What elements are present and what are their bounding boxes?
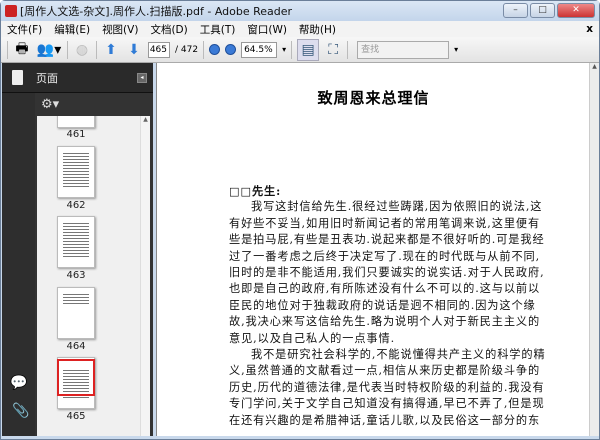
text-line: 过了一番考虑之后终于决定写了.现在的时代既与从前不同, — [229, 249, 541, 263]
divider — [96, 40, 97, 59]
fit-width-icon[interactable]: ▤ — [297, 38, 320, 61]
page-thumbnail-selected[interactable] — [57, 357, 95, 409]
text-line: □□先生: — [229, 184, 282, 198]
minimize-button[interactable]: – — [503, 3, 528, 18]
text-line: 义,虽然普通的文献看过一点,相信从来历史都是阶级斗争的 — [229, 364, 541, 378]
fit-page-icon[interactable]: ⛶ — [324, 41, 342, 59]
text-line: 有好些不妥当,如用旧时新闻记者的常用笔调来说,这里便有 — [229, 216, 541, 230]
close-document-button[interactable]: x — [586, 23, 593, 35]
page-thumbnail[interactable] — [57, 216, 95, 268]
page-thumbnail-label: 463 — [66, 270, 86, 281]
page-number-input[interactable]: 465 — [148, 41, 170, 58]
page-thumbnail-label: 461 — [66, 129, 86, 140]
text-line: 旧时的是非不能适用,我们只要诚实的说实话.对于人民政府, — [229, 266, 545, 280]
zoom-out-icon[interactable] — [209, 44, 221, 55]
divider — [203, 40, 205, 59]
page-thumbnail[interactable] — [57, 146, 95, 198]
navigation-strip: 💬 📎 — [2, 63, 35, 436]
menu-help[interactable]: 帮助(H) — [299, 22, 336, 37]
divider — [67, 40, 68, 59]
menu-document[interactable]: 文档(D) — [150, 22, 187, 37]
menu-edit[interactable]: 编辑(E) — [54, 22, 90, 37]
toolbar: 🖶 👥▾ ◍ ⬆ ⬇ 465 / 472 64.5% ▾ ▤ ⛶ 查找 ▾ — [1, 37, 599, 63]
collapse-panel-button[interactable]: ◂ — [137, 73, 147, 83]
text-line: 也即是自己的政府,有所陈述没有什么不可以的.这与以前以 — [229, 282, 541, 296]
text-line: 我写这封信给先生.很经过些踌躇,因为依照旧的说法,这 — [251, 200, 543, 214]
pdf-app-icon — [5, 5, 17, 17]
menu-window[interactable]: 窗口(W) — [247, 22, 287, 37]
text-line: 专门学问,关于文学自己知道没有搞得通,早已不弄了,但是现 — [229, 397, 545, 411]
text-line: 意见,以及自己私人的一点事情. — [229, 331, 396, 345]
text-line: 历史,历代的道德法律,是代表当时特权阶级的利益的.我没有 — [229, 380, 545, 394]
comments-icon[interactable]: 💬 — [10, 375, 27, 391]
close-button[interactable]: ✕ — [557, 3, 595, 18]
document-body: □□先生: 我写这封信给先生.很经过些踌躇,因为依照旧的说法,这 有好些不妥当,… — [229, 183, 581, 429]
pages-panel-header: 页面 ◂ — [2, 63, 153, 93]
page-total: / 472 — [175, 44, 199, 55]
text-line: 在还有兴趣的是希腊神话,童话儿歌,以及民俗这一部分的东 — [229, 413, 541, 427]
find-input[interactable]: 查找 — [357, 40, 450, 59]
document-view: 致周恩来总理信 □□先生: 我写这封信给先生.很经过些踌躇,因为依照旧的说法,这… — [156, 63, 589, 436]
menu-tools[interactable]: 工具(T) — [200, 22, 236, 37]
window-title: [周作人文选-杂文].周作人.扫描版.pdf - Adobe Reader — [20, 5, 293, 18]
thumbnail-scrollbar[interactable]: ▲ — [140, 116, 150, 436]
app-window: [周作人文选-杂文].周作人.扫描版.pdf - Adobe Reader – … — [0, 0, 600, 440]
print-icon[interactable]: 🖶 — [13, 41, 31, 59]
text-line: 臣民的地位对于独裁政府的说话是迥不相同的.因为这个缘 — [229, 298, 536, 312]
current-view-indicator[interactable] — [57, 359, 95, 396]
find-dropdown-icon[interactable]: ▾ — [454, 45, 458, 54]
text-line: 我不是研究社会科学的,不能说懂得共产主义的科学的精 — [251, 348, 546, 362]
next-page-icon[interactable]: ⬇ — [125, 41, 143, 59]
maximize-button[interactable]: □ — [530, 3, 555, 18]
menu-bar: 文件(F) 编辑(E) 视图(V) 文档(D) 工具(T) 窗口(W) 帮助(H… — [1, 21, 599, 37]
pages-panel: 页面 ◂ ⚙▾ 461 462 463 464 465 ▲ — [2, 63, 153, 436]
page-thumbnail[interactable] — [57, 116, 95, 128]
page-thumbnail-label: 465 — [66, 411, 86, 422]
page-thumbnail-label: 464 — [66, 341, 86, 352]
pages-panel-title: 页面 — [36, 71, 58, 85]
share-icon[interactable]: 👥▾ — [36, 41, 62, 59]
document-heading: 致周恩来总理信 — [317, 89, 430, 107]
attachments-icon[interactable]: 📎 — [12, 403, 29, 419]
document-scrollbar[interactable]: ▲ — [589, 63, 599, 436]
text-line: 些是拍马屁,有些是丑表功.说起来都是不很好听的.可是我经 — [229, 233, 545, 247]
thumbnail-list: 461 462 463 464 465 ▲ — [37, 116, 150, 436]
page-thumbnail[interactable] — [57, 287, 95, 339]
divider — [7, 40, 8, 59]
divider — [291, 40, 293, 59]
text-line: 故,我决心来写这信给先生.略为说明个人对于新民主主义的 — [229, 315, 541, 329]
zoom-in-icon[interactable] — [225, 44, 237, 55]
page-thumbnail-label: 462 — [66, 200, 86, 211]
zoom-dropdown-icon[interactable]: ▾ — [282, 45, 286, 54]
divider — [347, 40, 349, 59]
menu-view[interactable]: 视图(V) — [102, 22, 138, 37]
web-icon[interactable]: ◍ — [73, 41, 91, 59]
menu-file[interactable]: 文件(F) — [7, 22, 42, 37]
zoom-input[interactable]: 64.5% — [241, 41, 278, 58]
pages-icon[interactable] — [12, 70, 23, 85]
title-bar: [周作人文选-杂文].周作人.扫描版.pdf - Adobe Reader – … — [1, 1, 599, 21]
options-gear-icon[interactable]: ⚙▾ — [35, 93, 153, 116]
previous-page-icon[interactable]: ⬆ — [102, 41, 120, 59]
